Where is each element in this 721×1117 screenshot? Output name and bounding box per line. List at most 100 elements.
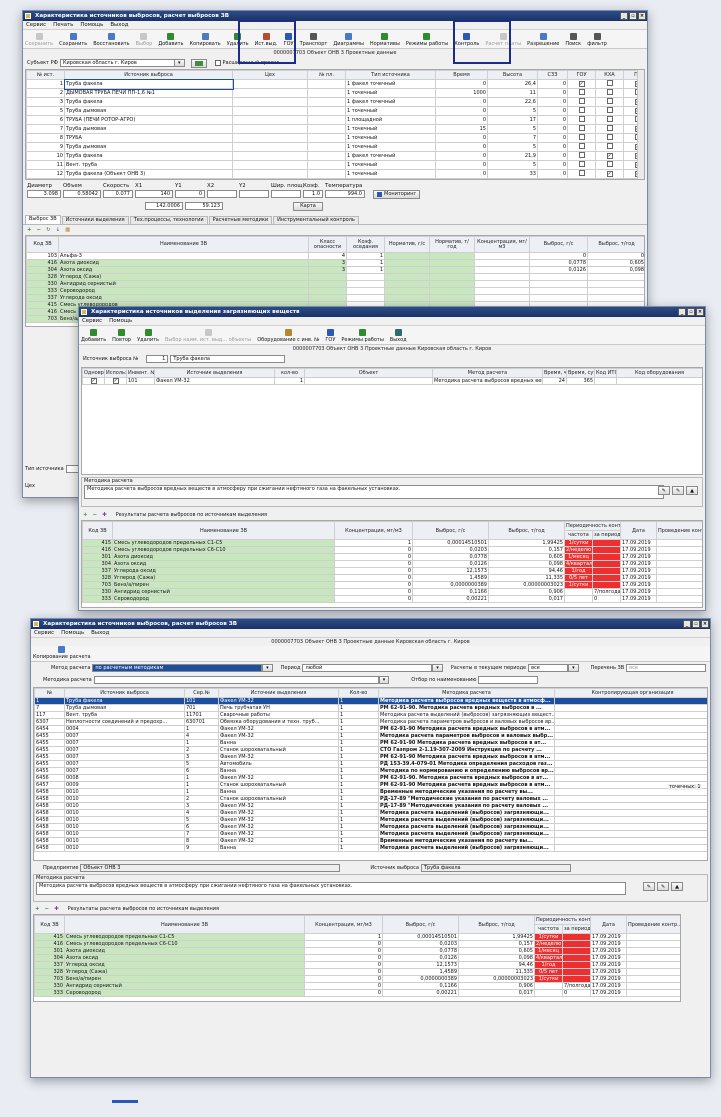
table-row[interactable]: 6454 0004 1 Факел УМ-32 1 РМ 62-91-90 Ме…: [34, 725, 707, 733]
toolbar-button-10[interactable]: Диаграммы: [333, 33, 364, 47]
table-row[interactable]: 301 Азота диоксид 0 0,0778 0,605 1/месяц…: [82, 553, 702, 561]
col-header[interactable]: Периодичность конт...: [563, 521, 622, 531]
table-row[interactable]: 6455 0007 5 Автомобиль 1 РД 153-39.4-079…: [34, 760, 707, 768]
table-row[interactable]: 337 Углерода оксид 0 12,1573 94,46 1/год…: [82, 567, 702, 575]
gou-checkbox[interactable]: [578, 89, 585, 95]
control-period[interactable]: [561, 933, 592, 941]
table-row[interactable]: 415 Смесь углеводородов предельных С1-С5…: [82, 539, 702, 547]
param-field[interactable]: 0.077: [103, 190, 133, 198]
control-period[interactable]: [561, 975, 592, 983]
col-header[interactable]: Код ЗВ: [82, 521, 113, 540]
grid-icon[interactable]: ▦: [65, 227, 70, 233]
toolbar-button-0[interactable]: Добавить: [81, 329, 106, 343]
menu-item-0[interactable]: Сервис: [26, 22, 46, 28]
col-header[interactable]: Код ЗВ: [34, 915, 65, 934]
col-header[interactable]: Выброс, т/год: [587, 236, 644, 253]
close-button[interactable]: ×: [638, 12, 646, 20]
subject-dropdown-button[interactable]: ▾: [173, 59, 185, 67]
table-row[interactable]: 333 Сероводород 0 0,00221 0,017 0 17.09.…: [82, 595, 702, 603]
menu-item-1[interactable]: Помощь: [61, 630, 84, 636]
calc-method[interactable]: Методика расчета параметров выбросов и в…: [378, 718, 555, 726]
table-row[interactable]: 330 Ангидрид сернистый 0 0,1166 0,906 7/…: [82, 588, 702, 596]
table-row[interactable]: 7 Труба дымовая 701 Печь трубчатая УН 1 …: [34, 704, 707, 712]
table-row[interactable]: 328 Углерод (Сажа) 0 1,4589 11,335 0/5 л…: [34, 968, 680, 976]
extended-project-checkbox[interactable]: [214, 60, 221, 66]
remove-row-icon[interactable]: −: [37, 227, 42, 233]
menu-item-0[interactable]: Сервис: [34, 630, 54, 636]
calc-method[interactable]: Методика по нормированию и определению в…: [378, 767, 555, 775]
table-row[interactable]: 12 Труба факела (Объект ОНВ 3) 1 точечны…: [26, 169, 644, 179]
col-header[interactable]: Объект: [304, 368, 433, 378]
toolbar-button-12[interactable]: Режимы работы: [406, 33, 448, 47]
toolbar-button-3[interactable]: Выбор: [136, 33, 152, 47]
source-name[interactable]: Труба дымовая: [64, 142, 233, 152]
subject-select[interactable]: Кировская область г. Киров: [59, 59, 175, 67]
gou-checkbox[interactable]: [578, 125, 585, 131]
emission-source-name[interactable]: Факел УМ-32: [154, 377, 275, 385]
toolbar-button-4[interactable]: Оборудование с инв. №: [257, 329, 319, 343]
source-name[interactable]: Труба дымовая: [64, 124, 233, 134]
period-select[interactable]: любой: [302, 664, 433, 672]
col-header[interactable]: Источник выброса: [64, 688, 185, 698]
control-period[interactable]: [561, 954, 592, 962]
calc-method[interactable]: Методика расчета выбросов вредных вещест…: [378, 697, 555, 705]
method-text[interactable]: Методика расчета выбросов вредных вещест…: [84, 485, 664, 499]
gou-checkbox[interactable]: [578, 116, 585, 122]
table-row[interactable]: 416 Смесь углеводородов предельных С6-С1…: [82, 546, 702, 554]
source-name[interactable]: Труба факела (Объект ОНВ 3): [64, 169, 233, 179]
add-row-icon[interactable]: +: [83, 512, 88, 518]
control-frequency[interactable]: 1/сутки: [564, 581, 593, 589]
control-period[interactable]: [561, 961, 592, 969]
col-header[interactable]: Цех: [232, 70, 308, 80]
x2-field[interactable]: 142.0006: [145, 202, 183, 210]
gou-checkbox[interactable]: [578, 143, 585, 149]
copy-calc-button[interactable]: Копирование расчета: [33, 646, 91, 660]
toolbar-button-5[interactable]: ГОУ: [325, 329, 335, 343]
col-header[interactable]: КХА: [595, 70, 624, 80]
table-row[interactable]: 330 Ангидрид сернистый: [26, 280, 644, 288]
control-frequency[interactable]: 1/сутки: [534, 933, 563, 941]
source-name[interactable]: ДЫМОВАЯ ТРУБА ПЕЧИ ПП-1,6 №1: [64, 88, 233, 98]
gou-checkbox[interactable]: [578, 152, 585, 158]
col-header[interactable]: частота: [534, 924, 563, 934]
calc-method[interactable]: Временные методические указания по расче…: [378, 837, 555, 845]
control-period[interactable]: [591, 546, 622, 554]
gou-checkbox[interactable]: [578, 170, 585, 176]
control-frequency[interactable]: [534, 982, 563, 990]
control-period[interactable]: 7/полгода: [561, 982, 592, 990]
table-row[interactable]: 6455 0007 6 Ванна 1 Методика по нормиров…: [34, 767, 707, 775]
control-frequency[interactable]: 1/месяц: [534, 947, 563, 955]
maximize-button[interactable]: ▫: [692, 620, 700, 628]
control-frequency[interactable]: 1/год: [534, 961, 563, 969]
toolbar-button-11[interactable]: Нормативы: [370, 33, 400, 47]
in-period-dropdown[interactable]: ▾: [568, 664, 579, 672]
period-dropdown[interactable]: ▾: [432, 664, 443, 672]
control-frequency[interactable]: 4/квартал: [534, 954, 563, 962]
table-row[interactable]: 6458 0010 7 Факел УМ-32 1 Методика расче…: [34, 830, 707, 838]
table-row[interactable]: 416 Азота диоксид 3 1 0,0778 0,605: [26, 259, 644, 267]
col-header[interactable]: Норматив, г/с: [384, 236, 430, 253]
toolbar-button-17[interactable]: фильтр: [587, 33, 607, 47]
control-period[interactable]: [591, 567, 622, 575]
methodic-filter-dropdown[interactable]: ▾: [378, 676, 390, 684]
col-header[interactable]: Проведение контр...: [656, 521, 702, 540]
col-header[interactable]: Дата: [590, 915, 628, 934]
table-row[interactable]: 6 ТРУБА (ПЕЧИ РОТОР-АГРО) 1 площадной 0 …: [26, 115, 644, 125]
col-header[interactable]: Выброс, г/с: [529, 236, 588, 253]
kha-checkbox[interactable]: ✓: [606, 153, 613, 159]
control-frequency[interactable]: [534, 989, 563, 997]
method-calc-button[interactable]: ▲: [671, 882, 683, 891]
col-header[interactable]: № ист.: [26, 70, 65, 80]
table-row[interactable]: 5 Труба дымовая 1 точечный 0 5 0 ✓ перес…: [26, 106, 644, 116]
table-row[interactable]: 11 Вент. труба 1 точечный 0 5 0 ✓ пересч…: [26, 160, 644, 170]
calc-method[interactable]: Методика расчета выделений (выбросов) за…: [378, 816, 555, 824]
table-row[interactable]: 330 Ангидрид сернистый 0 0,1166 0,906 7/…: [34, 982, 680, 990]
toolbar-button-0[interactable]: Сохранить: [25, 33, 53, 47]
source-name[interactable]: Труба факела: [64, 97, 233, 107]
col-header[interactable]: Источник выброса: [64, 70, 233, 80]
control-period[interactable]: [591, 574, 622, 582]
param-field[interactable]: 1.0: [303, 190, 323, 198]
table-row[interactable]: 6458 0010 4 Факел УМ-32 1 Методика расче…: [34, 809, 707, 817]
menu-item-1[interactable]: Помощь: [109, 318, 132, 324]
table-row[interactable]: 9 Труба дымовая 1 точечный 0 5 0 ✓ перес…: [26, 142, 644, 152]
